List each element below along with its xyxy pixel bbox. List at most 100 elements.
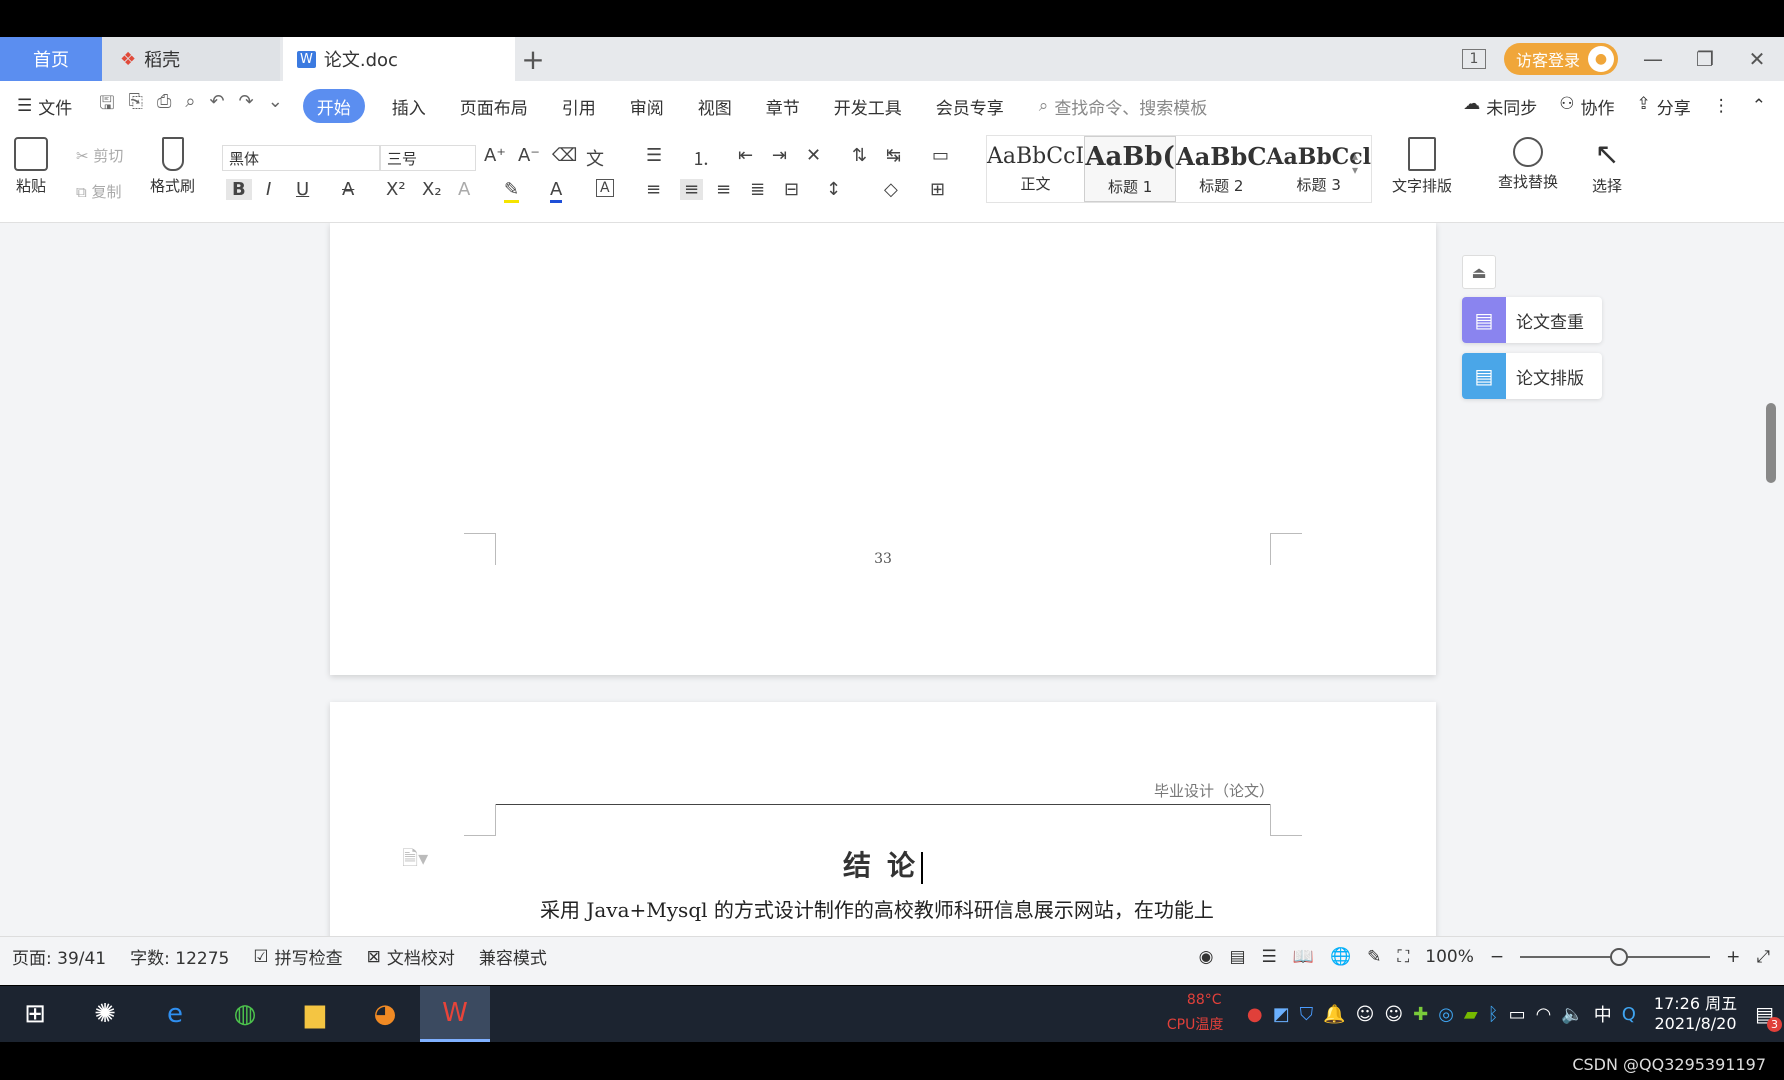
bluetooth-icon[interactable]: ᛒ <box>1488 1004 1499 1025</box>
web-view-icon[interactable]: 🌐 <box>1330 947 1351 967</box>
shading-icon[interactable]: ◇ <box>884 179 898 200</box>
grow-font-icon[interactable]: A⁺ <box>484 145 506 166</box>
style-normal[interactable]: AaBbCcI 正文 <box>987 136 1084 202</box>
text-direction-icon[interactable]: ↹ <box>886 145 901 166</box>
pinwheel-app-icon[interactable]: ✺ <box>70 986 140 1042</box>
zoom-slider[interactable] <box>1520 947 1711 966</box>
tray-green-icon[interactable]: ✚ <box>1413 1004 1428 1025</box>
cut-button[interactable]: ✂ 剪切 <box>76 145 123 166</box>
menu-member[interactable]: 会员专享 <box>919 89 1021 123</box>
paste-button[interactable]: 粘贴 <box>14 137 48 196</box>
search-q-icon[interactable]: Q <box>1622 1004 1636 1025</box>
distribute-icon[interactable]: ⊟ <box>784 179 799 200</box>
italic-icon[interactable]: I <box>266 179 271 200</box>
collapse-panel-icon[interactable]: ⏏ <box>1462 255 1496 289</box>
menu-references[interactable]: 引用 <box>545 89 613 123</box>
app-mask-icon[interactable]: ◕ <box>350 986 420 1042</box>
qq-icon-2[interactable]: ☺ <box>1384 1004 1403 1025</box>
qq-icon[interactable]: ☺ <box>1356 1004 1375 1025</box>
strikethrough-icon[interactable]: A <box>342 179 354 200</box>
undo-icon[interactable]: ↶ <box>210 91 225 121</box>
find-replace-button[interactable]: 查找替换 <box>1498 137 1558 192</box>
notification-center-icon[interactable]: ▤ 3 <box>1755 1002 1782 1032</box>
tray-blue-icon[interactable]: ◎ <box>1438 1004 1454 1025</box>
chinese-layout-icon[interactable]: ✕ <box>806 145 821 166</box>
wps-writer-icon[interactable]: W <box>420 986 490 1042</box>
windows-start-icon[interactable]: ⊞ <box>0 986 70 1042</box>
line-spacing-icon[interactable]: ↕ <box>826 179 841 200</box>
format-painter-button[interactable]: 格式刷 <box>150 137 195 196</box>
borders-icon[interactable]: ⊞ <box>930 179 945 200</box>
numbered-list-icon[interactable]: ⒈ <box>692 145 710 171</box>
ime-indicator[interactable]: 中 <box>1594 1001 1612 1027</box>
pen-icon[interactable]: ✎ <box>1367 947 1381 967</box>
align-left-icon[interactable]: ≡ <box>646 179 661 200</box>
window-count-icon[interactable]: 1 <box>1461 49 1486 69</box>
superscript-icon[interactable]: X² <box>386 179 406 200</box>
ie-browser-icon[interactable]: e <box>140 986 210 1042</box>
menu-page-layout[interactable]: 页面布局 <box>443 89 545 123</box>
zoom-level[interactable]: 100% <box>1425 947 1474 967</box>
decrease-indent-icon[interactable]: ⇤ <box>738 145 753 166</box>
align-center-icon[interactable]: ≡ <box>680 179 704 200</box>
tab-document[interactable]: W 论文.doc <box>283 37 515 81</box>
menu-insert[interactable]: 插入 <box>375 89 443 123</box>
menu-section[interactable]: 章节 <box>749 89 817 123</box>
shrink-font-icon[interactable]: A⁻ <box>518 145 540 166</box>
scrollbar-thumb[interactable] <box>1766 403 1776 483</box>
file-menu[interactable]: ☰ 文件 <box>0 89 89 123</box>
copy-button[interactable]: ⧉ 复制 <box>76 181 122 202</box>
fit-page-icon[interactable]: ⛶ <box>1397 947 1409 967</box>
select-button[interactable]: ↖ 选择 <box>1592 137 1622 196</box>
highlight-icon[interactable]: ✎ <box>504 179 520 203</box>
new-tab-button[interactable]: + <box>518 41 548 77</box>
zoom-slider-knob[interactable] <box>1610 947 1629 966</box>
menu-start[interactable]: 开始 <box>302 89 365 123</box>
shield-icon[interactable]: ⛉ <box>1300 1004 1314 1025</box>
close-icon[interactable]: ✕ <box>1740 42 1774 76</box>
minimize-icon[interactable]: — <box>1636 42 1670 76</box>
word-count[interactable]: 字数: 12275 <box>118 944 241 969</box>
thesis-check-button[interactable]: ▤ 论文查重 <box>1462 297 1602 343</box>
fullscreen-icon[interactable]: ⤢ <box>1756 947 1770 967</box>
menu-dev-tools[interactable]: 开发工具 <box>817 89 919 123</box>
char-border-icon[interactable]: A <box>596 179 614 197</box>
text-effect-icon[interactable]: A <box>458 179 470 200</box>
vertical-scrollbar[interactable] <box>1758 223 1784 936</box>
doc-proof-button[interactable]: ⊠ 文档校对 <box>355 944 467 970</box>
cpu-temp-widget[interactable]: 88°C CPU温度 <box>1167 992 1237 1036</box>
underline-icon[interactable]: U <box>296 179 309 200</box>
style-scroll-icon[interactable]: ▴ ▾ <box>1352 149 1358 177</box>
customize-dropdown-icon[interactable]: ⌄ <box>268 91 283 121</box>
chapter-title[interactable]: 结论 <box>330 844 1436 884</box>
increase-indent-icon[interactable]: ⇥ <box>772 145 787 166</box>
print-preview-icon[interactable]: ⌕ <box>185 91 195 121</box>
tab-daoke[interactable]: ❖ 稻壳 <box>102 37 280 81</box>
body-paragraph[interactable]: 采用 Java+Mysql 的方式设计制作的高校教师科研信息展示网站，在功能上 <box>540 894 1214 923</box>
font-color-icon[interactable]: A <box>550 179 563 203</box>
align-right-icon[interactable]: ≡ <box>716 179 731 200</box>
style-heading-1[interactable]: AaBb( 标题 1 <box>1084 136 1177 202</box>
clear-format-icon[interactable]: ⌫ <box>552 145 577 166</box>
zoom-in-icon[interactable]: + <box>1726 947 1740 967</box>
tab-home[interactable]: 首页 <box>0 37 102 81</box>
font-size-select[interactable]: 三号 <box>380 145 476 171</box>
bell-icon[interactable]: 🔔 <box>1323 1004 1345 1025</box>
bold-icon[interactable]: B <box>226 179 252 200</box>
wifi-icon[interactable]: ◠ <box>1536 1004 1552 1025</box>
collapse-ribbon-icon[interactable]: ⌃ <box>1752 96 1766 116</box>
page-current[interactable]: 毕业设计（论文） 🗎▾ 结论 采用 Java+Mysql 的方式设计制作的高校教… <box>330 702 1436 936</box>
command-search[interactable]: ⌕ 查找命令、搜索模板 <box>1039 94 1208 119</box>
share-button[interactable]: ⇪ 分享 <box>1637 94 1691 119</box>
file-explorer-icon[interactable]: ▆ <box>280 986 350 1042</box>
font-family-select[interactable]: 黑体 <box>222 145 380 171</box>
thesis-format-button[interactable]: ▤ 论文排版 <box>1462 353 1602 399</box>
nvidia-icon[interactable]: ▰ <box>1464 1004 1478 1025</box>
outline-view-icon[interactable]: ☰ <box>1262 947 1277 967</box>
sync-status[interactable]: ☁ 未同步 <box>1463 94 1537 119</box>
sort-icon[interactable]: ⇅ <box>852 145 867 166</box>
print-icon[interactable]: ⎙ <box>157 91 171 121</box>
battery-icon[interactable]: ▭ <box>1509 1004 1526 1025</box>
bullet-list-icon[interactable]: ☰ <box>646 145 662 166</box>
eye-icon[interactable]: ◉ <box>1199 947 1214 967</box>
